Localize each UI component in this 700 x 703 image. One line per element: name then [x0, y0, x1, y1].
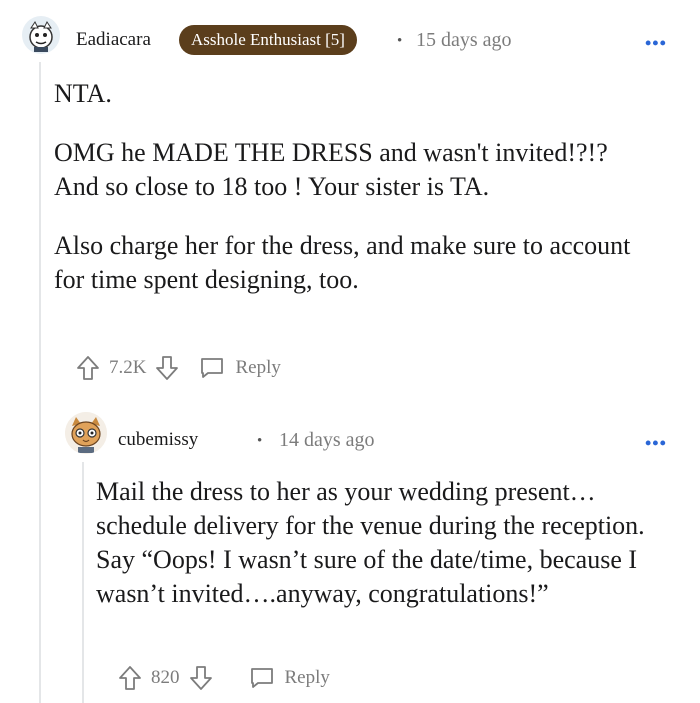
meta-separator: • [257, 433, 263, 449]
vote-bar: 820 Reply [118, 665, 330, 691]
vote-bar: 7.2K Reply [76, 355, 281, 381]
downvote-icon [156, 356, 179, 380]
meta-separator: • [397, 33, 403, 49]
reply-button[interactable]: Reply [249, 666, 330, 690]
comment-paragraph: NTA. [54, 79, 112, 108]
downvote-icon [189, 666, 212, 690]
comment-icon [250, 668, 273, 688]
comment-icon [201, 358, 224, 378]
thread-line-main[interactable] [39, 62, 41, 703]
upvote-icon [119, 666, 141, 690]
upvote-button[interactable] [76, 355, 100, 381]
avatar-icon [65, 412, 107, 454]
comment-paragraph: Mail the dress to her as your wedding pr… [96, 477, 645, 608]
downvote-button[interactable] [155, 355, 179, 381]
username[interactable]: Eadiacara [76, 29, 151, 51]
thread-line-reply[interactable] [82, 462, 84, 703]
reply-label: Reply [284, 667, 330, 688]
avatar[interactable] [65, 412, 107, 454]
timestamp[interactable]: 14 days ago [279, 429, 375, 452]
comment-paragraph: OMG he MADE THE DRESS and wasn't invited… [54, 138, 608, 201]
user-flair: Asshole Enthusiast [5] [179, 25, 357, 55]
vote-count: 7.2K [109, 357, 147, 378]
more-options-button[interactable]: ••• [645, 33, 667, 54]
upvote-button[interactable] [118, 665, 142, 691]
downvote-button[interactable] [189, 665, 213, 691]
username[interactable]: cubemissy [118, 429, 198, 451]
reply-label: Reply [235, 357, 281, 378]
avatar[interactable] [22, 16, 60, 54]
more-options-button[interactable]: ••• [645, 433, 667, 454]
timestamp[interactable]: 15 days ago [416, 29, 512, 52]
comment-paragraph: Also charge her for the dress, and make … [54, 231, 631, 294]
vote-count: 820 [151, 667, 180, 688]
comment-body: Mail the dress to her as your wedding pr… [96, 475, 666, 611]
reply-button[interactable]: Reply [199, 356, 281, 380]
avatar-icon [22, 16, 60, 54]
comment-body: NTA. OMG he MADE THE DRESS and wasn't in… [54, 77, 654, 297]
upvote-icon [77, 356, 99, 380]
